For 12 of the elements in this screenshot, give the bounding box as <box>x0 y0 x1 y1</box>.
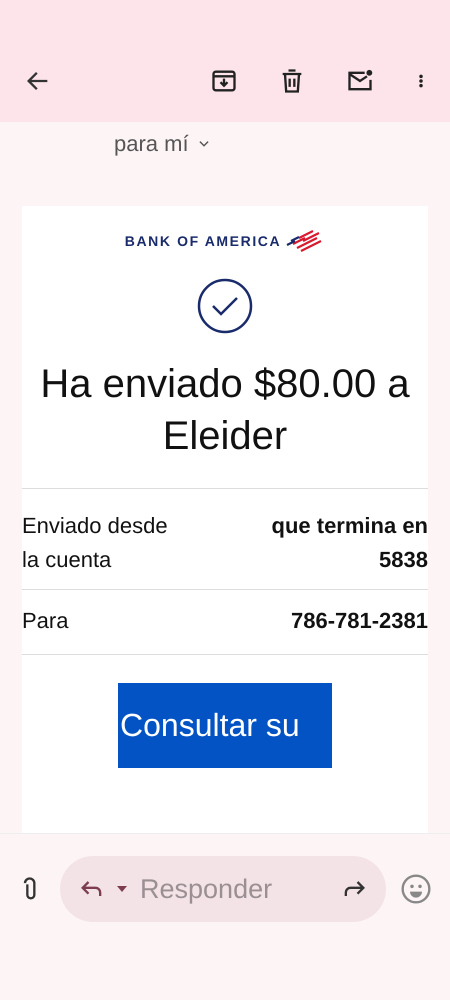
reply-field[interactable]: Responder <box>138 872 330 906</box>
detail-label: Para <box>22 607 68 635</box>
reply-box[interactable]: Responder <box>60 856 386 922</box>
headline: Ha enviado $80.00 a Eleider <box>22 358 428 489</box>
emoji-icon[interactable] <box>400 873 432 905</box>
recipient-label: para mí <box>114 131 189 157</box>
brand-logo-text: BANK OF AMERICA <box>124 233 282 249</box>
check-circle-icon <box>197 278 253 334</box>
detail-label: Enviado desde la cuenta <box>22 512 169 574</box>
consult-button[interactable]: Consultar su <box>118 683 332 768</box>
detail-value: 786-781-2381 <box>290 607 428 635</box>
detail-value: que termina en 5838 <box>270 512 428 574</box>
